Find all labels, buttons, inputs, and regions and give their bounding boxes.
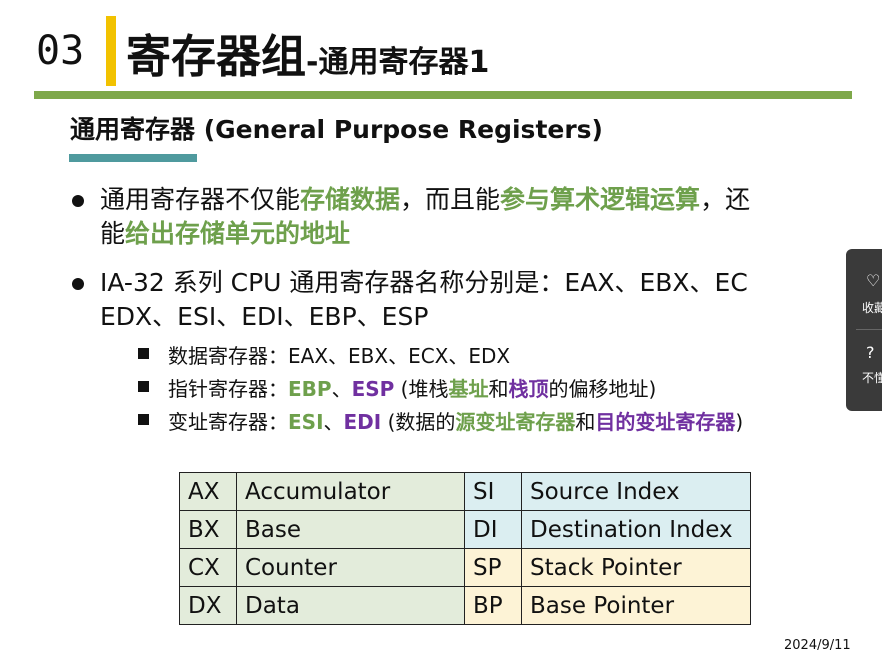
register-abbr: BP xyxy=(464,586,522,625)
register-name: Stack Pointer xyxy=(521,548,751,587)
square-bullet-icon xyxy=(138,414,149,425)
register-abbr: AX xyxy=(179,472,237,511)
bullet-line: 能给出存储单元的地址 xyxy=(70,217,750,251)
register-abbr: DX xyxy=(179,586,237,625)
favorite-label: 收藏 xyxy=(862,301,882,315)
bullet-line: 通用寄存器不仅能存储数据，而且能参与算术逻辑运算，还 xyxy=(70,183,750,217)
bullet-dot xyxy=(72,278,84,290)
sub-item-data-registers: 数据寄存器：EAX、EBX、ECX、EDX xyxy=(138,340,510,369)
highlight-term: ESP xyxy=(351,377,395,401)
highlight-term: 栈顶 xyxy=(508,377,549,401)
side-panel: ♡ 收藏 ? 不懂 xyxy=(846,249,882,411)
text-segment: 、 xyxy=(323,410,344,434)
register-abbr: SI xyxy=(464,472,522,511)
highlight-term: 目的变址寄存器 xyxy=(595,410,736,434)
table-row: CX Counter SP Stack Pointer xyxy=(179,548,751,587)
sub-item-pointer-registers: 指针寄存器：EBP、ESP (堆栈基址和栈顶的偏移地址) xyxy=(138,373,656,402)
sub-item-index-registers: 变址寄存器：ESI、EDI (数据的源变址寄存器和目的变址寄存器) xyxy=(138,406,743,435)
text-segment: 数据寄存器：EAX、EBX、ECX、EDX xyxy=(168,344,511,368)
section-subtitle: 通用寄存器 (General Purpose Registers) xyxy=(70,115,603,144)
accent-bar xyxy=(106,16,116,86)
text-segment: 和 xyxy=(488,377,509,401)
question-icon: ? xyxy=(866,343,875,362)
register-table: AX Accumulator SI Source Index BX Base D… xyxy=(179,472,751,625)
text-segment: 能 xyxy=(100,219,126,248)
text-segment: ) xyxy=(735,410,744,434)
register-name: Counter xyxy=(236,548,465,587)
register-abbr: BX xyxy=(179,510,237,549)
text-segment: 的偏移地址) xyxy=(548,377,657,401)
text-segment: 指针寄存器： xyxy=(168,377,288,401)
table-row: AX Accumulator SI Source Index xyxy=(179,472,751,511)
bullet-line: EDX、ESI、EDI、EBP、ESP xyxy=(100,302,429,331)
register-name: Base Pointer xyxy=(521,586,751,625)
text-segment: 、 xyxy=(331,377,352,401)
title-sub: 通用寄存器1 xyxy=(318,45,490,80)
highlight-term: EDI xyxy=(343,410,382,434)
table-row: DX Data BP Base Pointer xyxy=(179,586,751,625)
title-rule xyxy=(34,91,852,99)
footer-date: 2024/9/11 xyxy=(784,638,851,653)
highlight-term: ESI xyxy=(288,410,324,434)
sub-item-text: 指针寄存器：EBP、ESP (堆栈基址和栈顶的偏移地址) xyxy=(138,377,656,401)
highlight-term: 参与算术逻辑运算 xyxy=(500,185,701,214)
table-row: BX Base DI Destination Index xyxy=(179,510,751,549)
bullet-capabilities: 通用寄存器不仅能存储数据，而且能参与算术逻辑运算，还 能给出存储单元的地址 xyxy=(70,183,750,251)
section-number: 03 xyxy=(36,28,85,74)
text-segment: 通用寄存器不仅能 xyxy=(100,185,301,214)
highlight-term: 源变址寄存器 xyxy=(455,410,576,434)
bullet-line: IA-32 系列 CPU 通用寄存器名称分别是：EAX、EBX、EC xyxy=(100,268,748,297)
sub-item-text: 数据寄存器：EAX、EBX、ECX、EDX xyxy=(138,344,510,368)
highlight-term: 基址 xyxy=(448,377,489,401)
bullet-register-names: IA-32 系列 CPU 通用寄存器名称分别是：EAX、EBX、EC EDX、E… xyxy=(70,266,748,334)
register-abbr: SP xyxy=(464,548,522,587)
register-abbr: DI xyxy=(464,510,522,549)
not-understand-label: 不懂 xyxy=(862,371,882,385)
register-name: Destination Index xyxy=(521,510,751,549)
register-name: Base xyxy=(236,510,465,549)
text-segment: (数据的 xyxy=(381,410,456,434)
text-segment: ，而且能 xyxy=(400,185,501,214)
bullet-dot xyxy=(72,195,84,207)
square-bullet-icon xyxy=(138,381,149,392)
square-bullet-icon xyxy=(138,348,149,359)
highlight-term: 存储数据 xyxy=(300,185,401,214)
text-segment: 和 xyxy=(575,410,596,434)
register-name: Data xyxy=(236,586,465,625)
panel-divider xyxy=(856,329,882,330)
highlight-term: EBP xyxy=(288,377,332,401)
highlight-term: 给出存储单元的地址 xyxy=(125,219,351,248)
title-main: 寄存器组 xyxy=(126,30,307,83)
subtitle-underline xyxy=(69,154,197,162)
register-name: Accumulator xyxy=(236,472,465,511)
heart-icon: ♡ xyxy=(866,271,881,290)
register-abbr: CX xyxy=(179,548,237,587)
title-separator: - xyxy=(306,45,319,80)
sub-item-text: 变址寄存器：ESI、EDI (数据的源变址寄存器和目的变址寄存器) xyxy=(138,410,743,434)
page-title: 寄存器组-通用寄存器1 xyxy=(126,20,489,85)
text-segment: 变址寄存器： xyxy=(168,410,288,434)
register-name: Source Index xyxy=(521,472,751,511)
text-segment: (堆栈 xyxy=(394,377,449,401)
text-segment: ，还 xyxy=(700,185,751,214)
